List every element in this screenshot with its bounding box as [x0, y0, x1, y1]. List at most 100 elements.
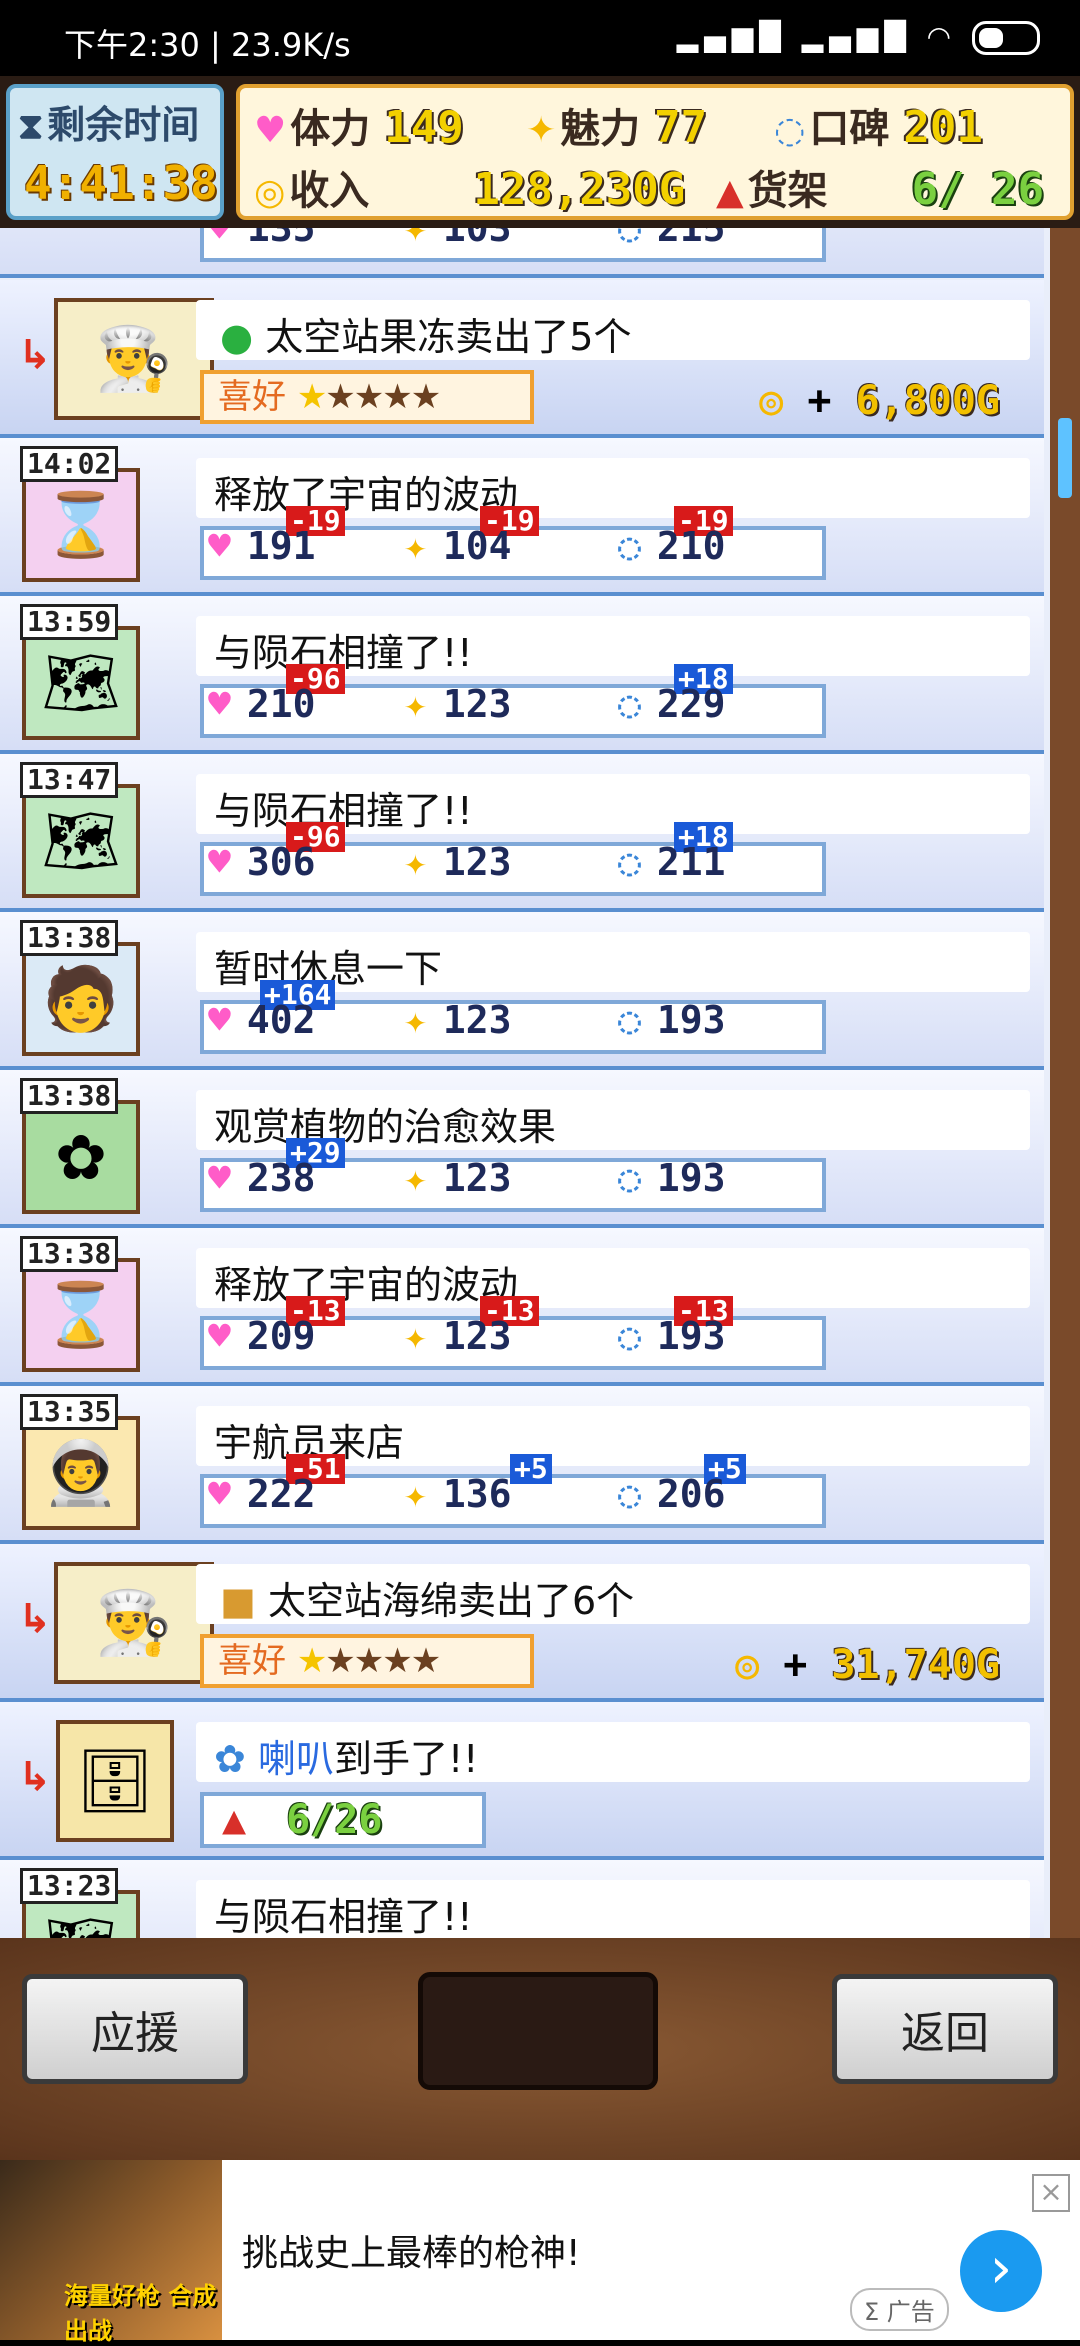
shelf-icon: ▲ — [716, 172, 744, 213]
timestamp: 13:38 — [20, 1078, 119, 1114]
timestamp: 13:38 — [20, 1236, 119, 1272]
acquired-title: ✿ 喇叭到手了!! — [214, 1737, 479, 1781]
shelf-icon: ▲ — [222, 1797, 247, 1843]
speech-bubble-icon: ◌ — [618, 524, 641, 568]
plant-icon: ✿ — [22, 1100, 140, 1214]
charm-stat: ✦ 魅力 77 — [526, 102, 708, 153]
scrollbar-thumb[interactable] — [1058, 418, 1072, 498]
heart-icon: ♥ — [208, 682, 231, 726]
battery-icon — [972, 21, 1040, 55]
ad-go-icon[interactable]: › — [960, 2230, 1042, 2312]
support-button[interactable]: 应援 — [22, 1974, 248, 2084]
remaining-time-panel: ⧗ 剩余时间 4:41:38 — [6, 84, 224, 220]
list-item: 🗺 13:23 与陨石相撞了!! — [0, 1860, 1044, 1938]
status-time: 下午2:30 | 23.9K/s — [64, 26, 351, 64]
bottom-panel: 应援 返回 — [0, 1938, 1080, 2160]
event-log-list[interactable]: ♥ 135 ✦ 103 ◌ 215 ↳ 👨‍🍳 ● 太空站果冻卖出了5个 喜好 ★★★… — [0, 228, 1080, 1938]
event-title: 释放了宇宙的波动 — [214, 473, 519, 517]
wifi-icon: ◠ — [926, 20, 958, 53]
arrow-icon: ↳ — [18, 332, 52, 378]
sparkle-icon: ✦ — [404, 524, 427, 568]
globe-map-icon: 🗺 — [22, 626, 140, 740]
remaining-time-value: 4:41:38 — [24, 156, 218, 210]
arrow-icon: ↳ — [18, 1596, 52, 1642]
speech-bubble-icon: ◌ — [618, 998, 641, 1042]
astronaut-icon: 🧑 — [22, 942, 140, 1056]
hourglass-icon: ⧗ — [18, 106, 44, 147]
signal-icon: ▂▄▆█ — [676, 20, 787, 53]
reputation-stat: ◌ 口碑 201 — [774, 102, 983, 153]
event-title: 释放了宇宙的波动 — [214, 1263, 519, 1307]
heart-icon: ♥ — [208, 524, 231, 568]
scrollbar[interactable] — [1050, 228, 1080, 1938]
list-item: 🧑 13:38 暂时休息一下 +164 ♥ 402 ✦ 123 ◌ 193 — [0, 912, 1044, 1070]
sale-income: ◎ + 31,740G — [735, 1642, 1000, 1688]
event-title: 观赏植物的治愈效果 — [214, 1105, 557, 1149]
close-icon[interactable]: × — [1032, 2174, 1070, 2212]
heart-icon: ♥ — [208, 840, 231, 884]
sparkle-icon: ✦ — [404, 840, 427, 884]
speech-bubble-icon: ◌ — [618, 1156, 641, 1200]
chest-icon: 🗄 — [56, 1720, 174, 1842]
coin-icon: ◎ — [759, 378, 784, 424]
list-item: ⌛ 14:02 释放了宇宙的波动 -19 -19 -19 ♥ 191 ✦ 104 ◌… — [0, 438, 1044, 596]
top-hud: ⧗ 剩余时间 4:41:38 ♥ 体力 149 ✦ 魅力 77 ◌ 口碑 201 ◎ 收入… — [0, 76, 1080, 228]
timestamp: 14:02 — [20, 446, 119, 482]
sparkle-icon: ✦ — [404, 998, 427, 1042]
sparkle-icon: ✦ — [404, 1472, 427, 1516]
signal-icon-2: ▂▄▆█ — [801, 20, 912, 53]
stamina-stat: ♥ 体力 149 — [254, 102, 464, 153]
heart-icon: ♥ — [254, 110, 287, 151]
remaining-time-label: ⧗ 剩余时间 — [18, 103, 200, 147]
chef-icon: 👨‍🍳 — [54, 1562, 214, 1684]
event-title: 与陨石相撞了!! — [214, 1895, 473, 1938]
speech-bubble-icon: ◌ — [618, 682, 641, 726]
timestamp: 13:47 — [20, 762, 119, 798]
astronaut-icon: 👨‍🚀 — [22, 1416, 140, 1530]
small-screen — [418, 1972, 658, 2090]
sparkle-icon: ✦ — [404, 1314, 427, 1358]
coin-icon: ◎ — [735, 1642, 760, 1688]
delta-charm: +5 — [510, 1454, 552, 1484]
hourglass-icon: ⌛ — [22, 1258, 140, 1372]
sale-title: ● 太空站果冻卖出了5个 — [220, 315, 632, 359]
heart-icon: ♥ — [208, 228, 231, 250]
list-item: ⌛ 13:38 释放了宇宙的波动 -13 -13 -13 ♥ 209 ✦ 123 ◌… — [0, 1228, 1044, 1386]
ad-badge: Σ 广告 — [850, 2288, 949, 2331]
coin-icon: ◎ — [254, 172, 286, 213]
item-icon: ■ — [220, 1579, 256, 1623]
list-item-acquired: ↳ 🗄 ✿ 喇叭到手了!! ▲ 6/26 — [0, 1702, 1044, 1860]
speech-bubble-icon: ◌ — [618, 1314, 641, 1358]
globe-map-icon: 🗺 — [22, 784, 140, 898]
chef-icon: 👨‍🍳 — [54, 298, 214, 420]
list-item: 👨‍🚀 13:35 宇航员来店 -51 +5 +5 ♥ 222 ✦ 136 ◌ 206 — [0, 1386, 1044, 1544]
income-stat: ◎ 收入 128,230G — [254, 164, 686, 215]
sparkle-icon: ✦ — [404, 228, 427, 250]
timestamp: 13:59 — [20, 604, 119, 640]
arrow-icon: ↳ — [18, 1754, 52, 1800]
ad-banner[interactable]: 海量好枪 合成出战 挑战史上最棒的枪神! Σ 广告 › × — [0, 2160, 1080, 2345]
list-item: 🗺 13:59 与陨石相撞了!! -96 +18 ♥ 210 ✦ 123 ◌ 229 — [0, 596, 1044, 754]
plant-icon: ✿ — [214, 1737, 246, 1781]
ad-image[interactable]: 海量好枪 合成出战 — [0, 2160, 222, 2345]
list-item-sale: ↳ 👨‍🍳 ■ 太空站海绵卖出了6个 喜好 ★★★★★ ◎ + 31,740G — [0, 1544, 1044, 1702]
heart-icon: ♥ — [208, 1314, 231, 1358]
speech-bubble-icon: ◌ — [774, 110, 806, 151]
sale-title: ■ 太空站海绵卖出了6个 — [220, 1579, 635, 1623]
timestamp: 13:35 — [20, 1394, 119, 1430]
shelf-count: ▲ 6/26 — [200, 1792, 486, 1848]
sparkle-icon: ✦ — [404, 682, 427, 726]
stats-panel: ♥ 体力 149 ✦ 魅力 77 ◌ 口碑 201 ◎ 收入 128,230G ▲ 货架 … — [236, 84, 1074, 220]
preference-rating: 喜好 ★★★★★ — [200, 370, 534, 424]
heart-icon: ♥ — [208, 1472, 231, 1516]
timestamp: 13:38 — [20, 920, 119, 956]
status-icons: ▂▄▆█ ▂▄▆█ ◠ — [677, 20, 1040, 55]
preference-rating: 喜好 ★★★★★ — [200, 1634, 534, 1688]
ad-text[interactable]: 挑战史上最棒的枪神! — [242, 2224, 580, 2276]
back-button[interactable]: 返回 — [832, 1974, 1058, 2084]
sparkle-icon: ✦ — [526, 110, 557, 151]
speech-bubble-icon: ◌ — [618, 840, 641, 884]
list-item: 🗺 13:47 与陨石相撞了!! -96 +18 ♥ 306 ✦ 123 ◌ 211 — [0, 754, 1044, 912]
speech-bubble-icon: ◌ — [618, 228, 641, 250]
heart-icon: ♥ — [208, 1156, 231, 1200]
